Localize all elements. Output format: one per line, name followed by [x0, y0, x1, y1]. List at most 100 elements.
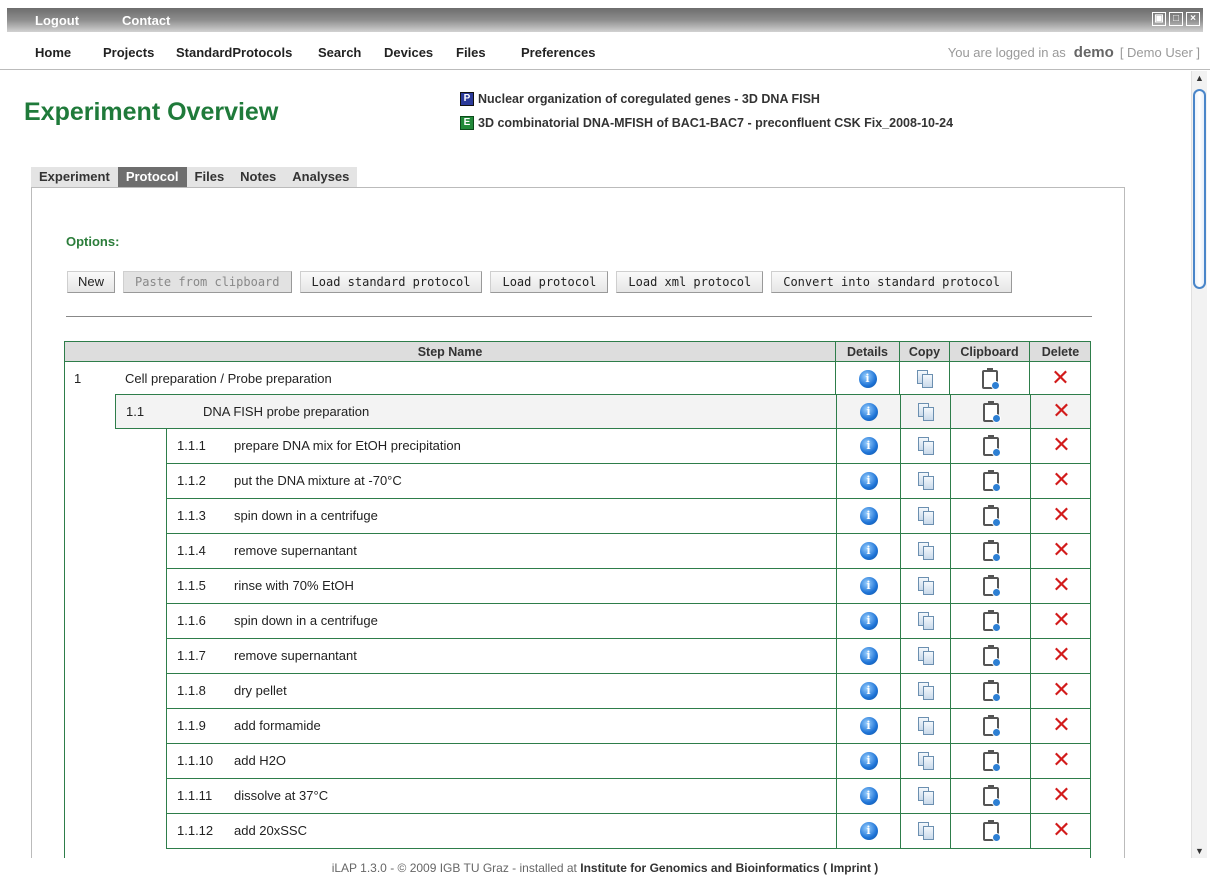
experiment-link[interactable]: E 3D combinatorial DNA-MFISH of BAC1-BAC… — [460, 116, 953, 130]
clipboard-icon[interactable] — [981, 367, 1000, 390]
copy-cell[interactable] — [900, 674, 950, 708]
step-name[interactable]: remove supernantant — [234, 639, 357, 673]
close-icon[interactable]: × — [1186, 12, 1200, 26]
step-name[interactable]: spin down in a centrifuge — [234, 604, 378, 638]
tab-protocol[interactable]: Protocol — [117, 167, 187, 187]
delete-cell[interactable]: ✕ — [1030, 639, 1090, 673]
restore-icon[interactable]: ▣ — [1152, 12, 1166, 26]
copy-icon[interactable] — [917, 576, 935, 596]
details-cell[interactable]: i — [836, 534, 900, 568]
clipboard-cell[interactable] — [950, 395, 1030, 429]
info-icon[interactable]: i — [859, 682, 878, 700]
copy-icon[interactable] — [917, 436, 935, 456]
clipboard-icon[interactable] — [982, 539, 1001, 562]
copy-icon[interactable] — [917, 541, 935, 561]
scroll-up-icon[interactable]: ▲ — [1195, 73, 1204, 83]
delete-cell[interactable]: ✕ — [1029, 362, 1090, 396]
info-icon[interactable]: i — [859, 507, 878, 525]
footer-imprint-link[interactable]: ( Imprint ) — [823, 861, 878, 875]
info-icon[interactable]: i — [859, 822, 878, 840]
delete-icon[interactable]: ✕ — [1052, 435, 1070, 457]
tab-analyses[interactable]: Analyses — [284, 167, 358, 187]
info-icon[interactable]: i — [859, 542, 878, 560]
clipboard-cell[interactable] — [950, 569, 1030, 603]
clipboard-icon[interactable] — [982, 504, 1001, 527]
copy-icon[interactable] — [917, 681, 935, 701]
clipboard-cell[interactable] — [950, 499, 1030, 533]
clipboard-cell[interactable] — [950, 464, 1030, 498]
clipboard-cell[interactable] — [950, 604, 1030, 638]
clipboard-icon[interactable] — [982, 714, 1001, 737]
copy-cell[interactable] — [900, 814, 950, 848]
info-icon[interactable]: i — [859, 577, 878, 595]
nav-preferences[interactable]: Preferences — [521, 45, 595, 60]
clipboard-icon[interactable] — [982, 609, 1001, 632]
info-icon[interactable]: i — [859, 752, 878, 770]
delete-icon[interactable]: ✕ — [1052, 680, 1070, 702]
delete-cell[interactable]: ✕ — [1030, 604, 1090, 638]
clipboard-cell[interactable] — [950, 429, 1030, 463]
nav-files[interactable]: Files — [456, 45, 486, 60]
step-name[interactable]: add formamide — [234, 709, 321, 743]
step-name[interactable]: add 20xSSC — [234, 814, 307, 848]
clipboard-cell[interactable] — [950, 779, 1030, 813]
info-icon[interactable]: i — [859, 647, 878, 665]
details-cell[interactable]: i — [836, 464, 900, 498]
delete-cell[interactable]: ✕ — [1030, 569, 1090, 603]
delete-cell[interactable]: ✕ — [1030, 395, 1090, 429]
details-cell[interactable]: i — [836, 779, 900, 813]
delete-icon[interactable]: ✕ — [1052, 575, 1070, 597]
details-cell[interactable]: i — [836, 814, 900, 848]
copy-icon[interactable] — [917, 506, 935, 526]
details-cell[interactable]: i — [836, 569, 900, 603]
delete-cell[interactable]: ✕ — [1030, 674, 1090, 708]
info-icon[interactable]: i — [859, 787, 878, 805]
copy-cell[interactable] — [900, 779, 950, 813]
footer-institute-link[interactable]: Institute for Genomics and Bioinformatic… — [580, 861, 819, 875]
convert-standard-protocol-button[interactable]: Convert into standard protocol — [771, 271, 1012, 293]
details-cell[interactable]: i — [836, 674, 900, 708]
scroll-thumb[interactable] — [1193, 89, 1206, 289]
clipboard-icon[interactable] — [982, 434, 1001, 457]
experiment-name[interactable]: 3D combinatorial DNA-MFISH of BAC1-BAC7 … — [478, 116, 953, 130]
copy-cell[interactable] — [899, 362, 949, 396]
delete-icon[interactable]: ✕ — [1052, 401, 1070, 423]
details-cell[interactable]: i — [836, 604, 900, 638]
copy-cell[interactable] — [900, 709, 950, 743]
step-name[interactable]: put the DNA mixture at -70°C — [234, 464, 402, 498]
copy-cell[interactable] — [900, 569, 950, 603]
tab-notes[interactable]: Notes — [232, 167, 285, 187]
step-name[interactable]: DNA FISH probe preparation — [203, 395, 369, 429]
clipboard-icon[interactable] — [982, 469, 1001, 492]
clipboard-cell[interactable] — [950, 674, 1030, 708]
project-link[interactable]: P Nuclear organization of coregulated ge… — [460, 92, 820, 106]
info-icon[interactable]: i — [859, 612, 878, 630]
copy-icon[interactable] — [917, 402, 935, 422]
copy-cell[interactable] — [900, 639, 950, 673]
details-cell[interactable]: i — [836, 744, 900, 778]
details-cell[interactable]: i — [836, 709, 900, 743]
clipboard-cell[interactable] — [950, 639, 1030, 673]
details-cell[interactable]: i — [836, 639, 900, 673]
step-name[interactable]: add H2O — [234, 744, 286, 778]
step-name[interactable]: spin down in a centrifuge — [234, 499, 378, 533]
clipboard-icon[interactable] — [982, 644, 1001, 667]
clipboard-cell[interactable] — [950, 709, 1030, 743]
clipboard-cell[interactable] — [950, 534, 1030, 568]
delete-cell[interactable]: ✕ — [1030, 429, 1090, 463]
nav-devices[interactable]: Devices — [384, 45, 433, 60]
scroll-down-icon[interactable]: ▼ — [1195, 846, 1204, 856]
info-icon[interactable]: i — [858, 370, 877, 388]
new-button[interactable]: New — [67, 271, 116, 293]
step-name[interactable]: rinse with 70% EtOH — [234, 569, 354, 603]
delete-cell[interactable]: ✕ — [1030, 779, 1090, 813]
delete-icon[interactable]: ✕ — [1051, 368, 1069, 390]
clipboard-icon[interactable] — [982, 679, 1001, 702]
load-protocol-button[interactable]: Load protocol — [490, 271, 609, 293]
tab-files[interactable]: Files — [186, 167, 233, 187]
delete-icon[interactable]: ✕ — [1052, 715, 1070, 737]
copy-cell[interactable] — [900, 534, 950, 568]
details-cell[interactable]: i — [836, 429, 900, 463]
details-cell[interactable]: i — [836, 499, 900, 533]
tab-experiment[interactable]: Experiment — [31, 167, 118, 187]
